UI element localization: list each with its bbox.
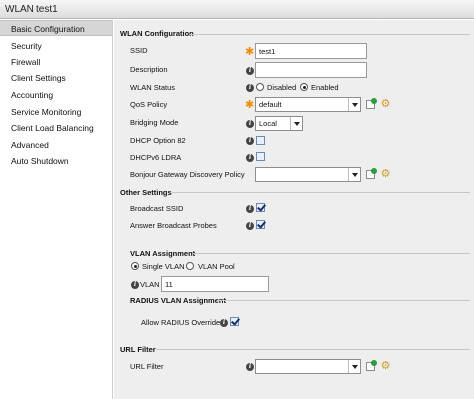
info-icon: i [246, 154, 254, 162]
add-badge-icon [371, 98, 377, 104]
sidebar-item-service-monitoring[interactable]: Service Monitoring [0, 104, 112, 120]
section-title-other-settings: Other Settings [120, 188, 172, 197]
info-icon: i [246, 363, 254, 371]
sidebar-item-client-settings[interactable]: Client Settings [0, 70, 112, 86]
sidebar-item-auto-shutdown[interactable]: Auto Shutdown [0, 153, 112, 169]
dhcpv6-ldra-label: DHCPv6 LDRA [130, 153, 182, 162]
sidebar-item-label: Auto Shutdown [11, 156, 69, 166]
sidebar-item-client-load-balancing[interactable]: Client Load Balancing [0, 120, 112, 136]
section-title-wlan-configuration: WLAN Configuration [120, 29, 194, 38]
sidebar-item-accounting[interactable]: Accounting [0, 87, 112, 103]
status-enabled-label: Enabled [311, 83, 339, 92]
sidebar-item-security[interactable]: Security [0, 38, 112, 54]
bridging-mode-select[interactable]: Local [255, 116, 303, 131]
new-url-filter-icon[interactable] [366, 360, 377, 371]
new-qos-policy-icon[interactable] [366, 98, 377, 109]
qos-policy-select[interactable]: default [255, 97, 361, 112]
section-divider [156, 349, 470, 350]
info-icon: i [220, 319, 228, 327]
sidebar-item-firewall[interactable]: Firewall [0, 54, 112, 70]
info-icon: i [246, 222, 254, 230]
window-titlebar: WLAN test1 [0, 0, 474, 19]
configure-gear-icon[interactable]: ⚙ [380, 99, 391, 110]
sidebar-item-basic-configuration[interactable]: Basic Configuration [0, 20, 112, 36]
bonjour-gateway-label: Bonjour Gateway Discovery Policy [130, 170, 245, 179]
broadcast-ssid-checkbox[interactable] [256, 203, 265, 212]
sidebar-item-advanced[interactable]: Advanced [0, 137, 112, 153]
description-input[interactable] [255, 62, 367, 78]
info-icon: i [131, 281, 139, 289]
status-disabled-label: Disabled [267, 83, 297, 92]
add-badge-icon [371, 360, 377, 366]
dropdown-arrow-icon [348, 360, 360, 373]
configure-gear-icon[interactable]: ⚙ [380, 361, 391, 372]
bonjour-gateway-select[interactable] [255, 167, 361, 182]
status-disabled-radio[interactable] [256, 83, 264, 91]
sidebar-item-label: Client Settings [11, 73, 66, 83]
section-title-vlan-assignment: VLAN Assignment [130, 249, 196, 258]
info-icon: i [246, 84, 254, 92]
window-title-type: WLAN [5, 4, 34, 15]
qos-policy-label: QoS Policy [130, 100, 168, 109]
bridging-mode-value: Local [259, 119, 277, 128]
info-icon: i [246, 120, 254, 128]
wlan-status-label: WLAN Status [130, 83, 176, 92]
dhcp-option-82-checkbox[interactable] [256, 136, 265, 145]
info-icon: i [246, 137, 254, 145]
ssid-input[interactable] [255, 43, 367, 59]
description-label: Description [130, 65, 168, 74]
vlan-pool-label: VLAN Pool [198, 262, 235, 271]
dropdown-arrow-icon [290, 117, 302, 130]
bridging-mode-label: Bridging Mode [130, 118, 179, 127]
sidebar-item-label: Advanced [11, 140, 49, 150]
info-icon: i [246, 205, 254, 213]
sidebar-item-label: Service Monitoring [11, 107, 82, 117]
section-divider [172, 192, 470, 193]
dhcpv6-ldra-checkbox[interactable] [256, 152, 265, 161]
section-divider [193, 253, 470, 254]
sidebar-nav: Basic Configuration Security Firewall Cl… [0, 20, 113, 399]
answer-broadcast-probes-label: Answer Broadcast Probes [130, 221, 217, 230]
url-filter-select[interactable] [255, 359, 361, 374]
url-filter-label: URL Filter [130, 362, 164, 371]
section-title-radius-vlan-assignment: RADIUS VLAN Assignment [130, 296, 226, 305]
dropdown-arrow-icon [348, 168, 360, 181]
broadcast-ssid-label: Broadcast SSID [130, 204, 184, 213]
single-vlan-radio[interactable] [131, 262, 139, 270]
section-divider [190, 34, 470, 35]
vlan-label: VLAN [140, 280, 160, 289]
configure-gear-icon[interactable]: ⚙ [380, 169, 391, 180]
section-divider [217, 300, 470, 301]
new-bonjour-policy-icon[interactable] [366, 168, 377, 179]
vlan-pool-radio[interactable] [186, 262, 194, 270]
dhcp-option-82-label: DHCP Option 82 [130, 136, 186, 145]
status-enabled-radio[interactable] [300, 83, 308, 91]
window-title-name: test1 [36, 4, 58, 15]
sidebar-item-label: Security [11, 41, 42, 51]
sidebar-item-label: Firewall [11, 57, 41, 67]
answer-broadcast-probes-checkbox[interactable] [256, 220, 265, 229]
main-panel: WLAN Configuration SSID ✱ Description i … [114, 20, 474, 399]
ssid-label: SSID [130, 46, 148, 55]
single-vlan-label: Single VLAN [142, 262, 185, 271]
info-icon: i [246, 67, 254, 75]
section-title-url-filter: URL Filter [120, 345, 156, 354]
qos-policy-value: default [259, 100, 282, 109]
allow-radius-override-checkbox[interactable] [230, 317, 239, 326]
required-star-icon: ✱ [245, 99, 255, 111]
sidebar-item-label: Accounting [11, 90, 54, 100]
sidebar-item-label: Basic Configuration [11, 24, 85, 34]
vlan-input[interactable] [161, 276, 269, 292]
allow-radius-override-label: Allow RADIUS Override [141, 318, 221, 327]
required-star-icon: ✱ [245, 46, 255, 58]
sidebar-item-label: Client Load Balancing [11, 123, 94, 133]
dropdown-arrow-icon [348, 98, 360, 111]
add-badge-icon [371, 168, 377, 174]
